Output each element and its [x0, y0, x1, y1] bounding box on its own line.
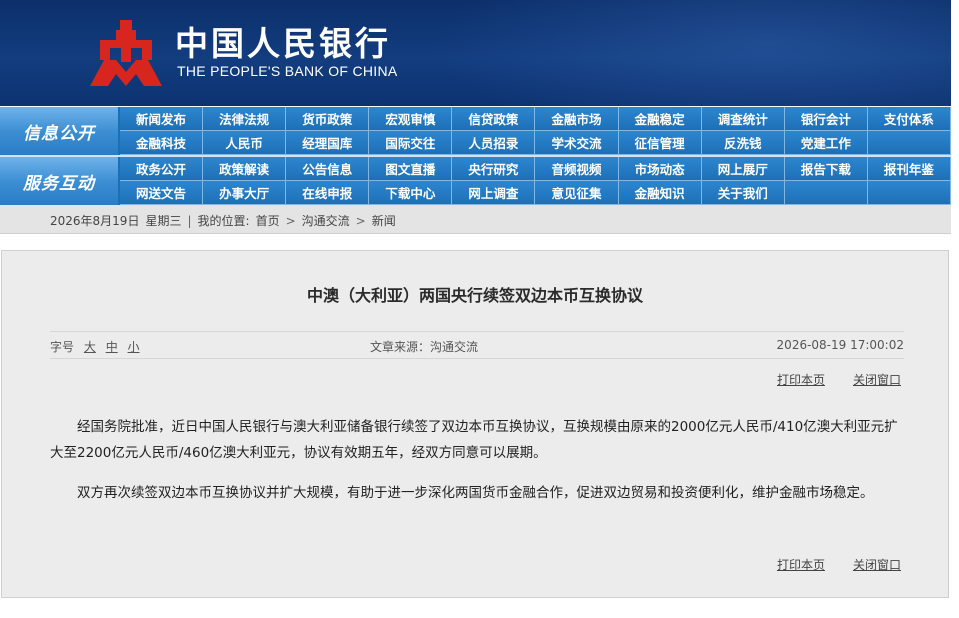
nav-info-item[interactable]: 信贷政策 [452, 107, 536, 131]
breadcrumb-arrow-icon: > [285, 213, 296, 228]
article-body: 经国务院批准，近日中国人民银行与澳大利亚储备银行续签了双边本币互换协议，互换规模… [50, 414, 906, 520]
nav-interact-item[interactable]: 网上展厅 [701, 157, 785, 181]
nav-info-item[interactable]: 党建工作 [784, 131, 868, 155]
breadcrumb-divider: | [187, 213, 192, 228]
nav-interact-item[interactable]: 报告下载 [784, 157, 868, 181]
nav-info-item[interactable]: 调查统计 [701, 107, 785, 131]
nav-interact-item[interactable]: 市场动态 [618, 157, 702, 181]
article-paragraph: 经国务院批准，近日中国人民银行与澳大利亚储备银行续签了双边本币互换协议，互换规模… [50, 419, 898, 461]
nav-interact-item[interactable]: 下载中心 [369, 181, 453, 205]
nav-section-interact: 服务互动 政务公开 政策解读 公告信息 图文直播 央行研究 音频视频 市场动态 网上展厅 报告下… [0, 157, 951, 205]
nav-interact-item[interactable]: 网送文告 [120, 181, 204, 205]
breadcrumb: 2026年8月19日 星期三 | 我的位置: 首页 > 沟通交流 > 新闻 [50, 212, 396, 229]
nav-info-item[interactable]: 支付体系 [867, 107, 951, 131]
font-size-label: 字号 [50, 340, 75, 354]
nav-interact-item[interactable]: 公告信息 [286, 157, 370, 181]
article-container: 中澳（大利亚）两国央行续签双边本币互换协议 字号 大 中 小 文章来源：沟通交流… [1, 250, 949, 598]
site-banner: 中国人民银行 THE PEOPLE'S BANK OF CHINA [0, 0, 951, 106]
close-window-link[interactable]: 关闭窗口 [853, 556, 901, 573]
article-actions-bottom: 打印本页 关闭窗口 [777, 556, 901, 573]
nav-info-item[interactable]: 新闻发布 [120, 107, 204, 131]
print-page-link[interactable]: 打印本页 [777, 556, 825, 573]
font-size-medium-button[interactable]: 中 [106, 340, 118, 354]
nav-info-item[interactable]: 人员招录 [452, 131, 536, 155]
article-timestamp: 2026-08-19 17:00:02 [776, 338, 904, 352]
nav-info-item[interactable]: 征信管理 [618, 131, 702, 155]
location-label: 我的位置: [197, 214, 250, 228]
nav-interact-item[interactable]: 报刊年鉴 [867, 157, 951, 181]
nav-interact-item[interactable]: 金融知识 [618, 181, 702, 205]
article-title: 中澳（大利亚）两国央行续签双边本币互换协议 [306, 286, 643, 305]
nav-grid-info: 新闻发布 法律法规 货币政策 宏观审慎 信贷政策 金融市场 金融稳定 调查统计 银行会计 支付体系… [120, 107, 951, 155]
nav-interact-item[interactable]: 政策解读 [203, 157, 287, 181]
close-window-link[interactable]: 关闭窗口 [853, 371, 901, 388]
breadcrumb-bar: 2026年8月19日 星期三 | 我的位置: 首页 > 沟通交流 > 新闻 [0, 205, 951, 234]
nav-interact-item[interactable]: 图文直播 [369, 157, 453, 181]
nav-grid-interact: 政务公开 政策解读 公告信息 图文直播 央行研究 音频视频 市场动态 网上展厅 报告下载 报刊年鉴… [120, 157, 951, 205]
nav-interact-item[interactable]: 意见征集 [535, 181, 619, 205]
article-source: 文章来源：沟通交流 [370, 340, 479, 354]
main-navigation: 信息公开 新闻发布 法律法规 货币政策 宏观审慎 信贷政策 金融市场 金融稳定 调查统计 银行会… [0, 107, 951, 205]
nav-info-item[interactable]: 金融市场 [535, 107, 619, 131]
font-size-large-button[interactable]: 大 [84, 340, 96, 354]
breadcrumb-arrow-icon: > [355, 213, 366, 228]
nav-interact-item[interactable]: 音频视频 [535, 157, 619, 181]
pboc-logo-icon [90, 20, 162, 86]
article-actions-top: 打印本页 关闭窗口 [777, 371, 901, 388]
nav-info-item[interactable]: 国际交往 [369, 131, 453, 155]
nav-interact-empty-cell [784, 181, 868, 205]
nav-info-empty-cell [867, 131, 951, 155]
nav-info-item[interactable]: 金融科技 [120, 131, 204, 155]
current-weekday: 星期三 [145, 214, 182, 228]
nav-interact-item[interactable]: 政务公开 [120, 157, 204, 181]
nav-info-item[interactable]: 货币政策 [286, 107, 370, 131]
nav-interact-item[interactable]: 办事大厅 [203, 181, 287, 205]
current-date: 2026年8月19日 [50, 214, 140, 228]
breadcrumb-page-link[interactable]: 新闻 [372, 212, 396, 229]
breadcrumb-home-link[interactable]: 首页 [256, 212, 280, 229]
nav-label-interact[interactable]: 服务互动 [0, 157, 118, 205]
nav-info-item[interactable]: 金融稳定 [618, 107, 702, 131]
article-meta: 字号 大 中 小 文章来源：沟通交流 2026-08-19 17:00:02 [50, 331, 904, 359]
font-size-small-button[interactable]: 小 [128, 340, 140, 354]
nav-interact-item[interactable]: 央行研究 [452, 157, 536, 181]
nav-interact-item[interactable]: 网上调查 [452, 181, 536, 205]
nav-info-item[interactable]: 经理国库 [286, 131, 370, 155]
nav-label-info[interactable]: 信息公开 [0, 107, 118, 155]
print-page-link[interactable]: 打印本页 [777, 371, 825, 388]
nav-interact-item[interactable]: 关于我们 [701, 181, 785, 205]
article-paragraph: 双方再次续签双边本币互换协议并扩大规模，有助于进一步深化两国货币金融合作，促进双… [77, 485, 874, 501]
nav-interact-item[interactable]: 在线申报 [286, 181, 370, 205]
bank-name-en: THE PEOPLE'S BANK OF CHINA [177, 63, 398, 79]
breadcrumb-section-link[interactable]: 沟通交流 [302, 212, 350, 229]
bank-name-cn: 中国人民银行 [175, 24, 391, 63]
nav-info-item[interactable]: 人民币 [203, 131, 287, 155]
nav-info-item[interactable]: 反洗钱 [701, 131, 785, 155]
font-size-control: 字号 大 中 小 [50, 338, 140, 355]
nav-info-item[interactable]: 银行会计 [784, 107, 868, 131]
nav-info-item[interactable]: 法律法规 [203, 107, 287, 131]
nav-interact-empty-cell [867, 181, 951, 205]
nav-info-item[interactable]: 宏观审慎 [369, 107, 453, 131]
nav-info-item[interactable]: 学术交流 [535, 131, 619, 155]
nav-section-info: 信息公开 新闻发布 法律法规 货币政策 宏观审慎 信贷政策 金融市场 金融稳定 调查统计 银行会… [0, 107, 951, 155]
